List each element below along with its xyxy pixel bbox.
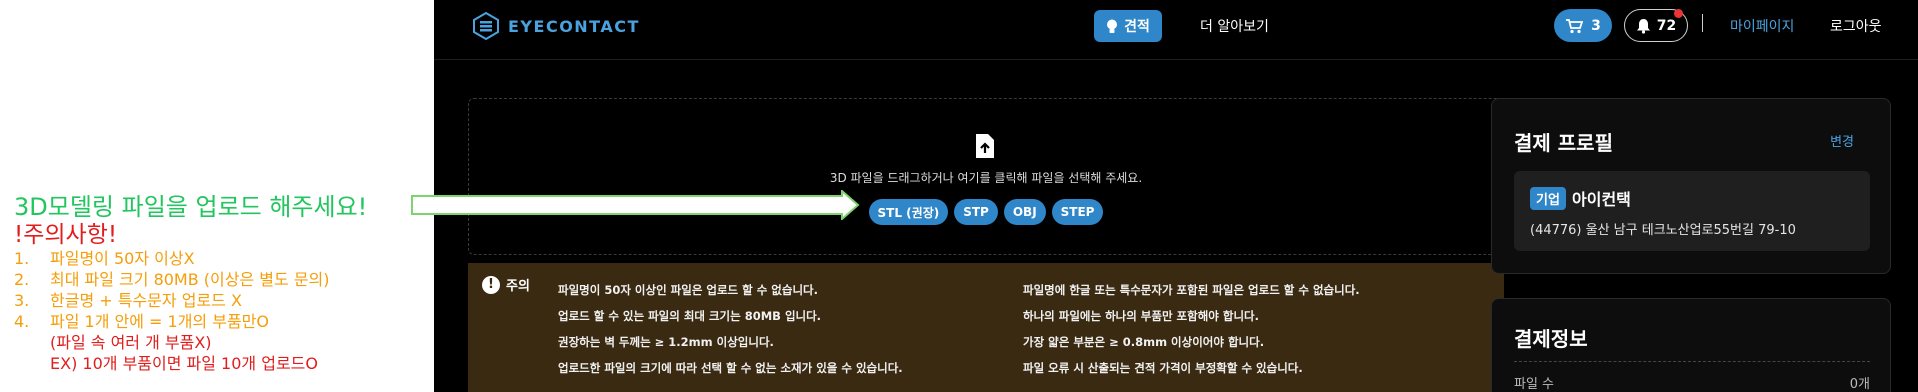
logo[interactable]: EYECONTACT xyxy=(472,12,640,40)
logout-link[interactable]: 로그아웃 xyxy=(1830,16,1882,36)
annotation-sub-note-1: (파일 속 여러 개 부품X) xyxy=(50,333,212,352)
caution-list-right: 파일명에 한글 또는 특수문자가 포함된 파일은 업로드 할 수 없습니다. 하… xyxy=(1023,277,1360,381)
notification-count: 72 xyxy=(1656,17,1677,34)
annotation-arrow-icon xyxy=(411,190,860,220)
format-badge-obj: OBJ xyxy=(1003,199,1046,225)
annotation-item: 1. 파일명이 50자 이상X xyxy=(14,248,330,269)
company-address: (44776) 울산 남구 테크노산업로55번길 79-10 xyxy=(1530,223,1796,238)
format-badge-stp: STP xyxy=(954,199,998,225)
caution-item: 가장 얇은 부분은 ≥ 0.8mm 이상이어야 합니다. xyxy=(1023,335,1265,349)
annotation-item-number: 4. xyxy=(14,312,30,331)
payment-row-value: 0개 xyxy=(1849,377,1870,392)
notification-button[interactable]: 72 xyxy=(1624,9,1688,42)
annotation-list: 1. 파일명이 50자 이상X 2. 최대 파일 크기 80MB (이상은 별도 문… xyxy=(14,248,330,332)
mypage-link[interactable]: 마이페이지 xyxy=(1730,16,1794,36)
format-badge-step: STEP xyxy=(1051,199,1104,225)
payment-row: 파일 수 0개 xyxy=(1514,373,1870,392)
annotation-item-number: 2. xyxy=(14,270,30,289)
quote-button-label: 견적 xyxy=(1124,19,1150,35)
change-profile-link[interactable]: 변경 xyxy=(1830,131,1854,150)
format-badge-stl: STL (권장) xyxy=(868,199,949,225)
caution-item: 업로드 할 수 있는 파일의 최대 크기는 80MB 입니다. xyxy=(558,309,822,323)
lightbulb-icon xyxy=(1107,19,1118,33)
caution-label: 주의 xyxy=(506,279,530,294)
exclamation-icon: ! xyxy=(482,275,500,294)
caution-notice: ! 주의 파일명이 50자 이상인 파일은 업로드 할 수 없습니다. 업로드 … xyxy=(468,263,1504,392)
bell-icon xyxy=(1636,18,1650,34)
quote-button[interactable]: 견적 xyxy=(1094,10,1162,42)
annotation-item: 2. 최대 파일 크기 80MB (이상은 별도 문의) xyxy=(14,269,330,290)
payment-row-label: 파일 수 xyxy=(1514,377,1555,392)
caution-item: 파일 오류 시 산출되는 견적 가격이 부정확할 수 있습니다. xyxy=(1023,361,1303,375)
nav-divider xyxy=(1702,14,1703,32)
annotation-item-text: 파일 1개 안에 = 1개의 부품만O xyxy=(50,312,269,331)
annotation-item: 3. 한글명 + 특수문자 업로드 X xyxy=(14,290,330,311)
caution-item: 하나의 파일에는 하나의 부품만 포함해야 합니다. xyxy=(1023,309,1259,323)
payment-info-card: 결제정보 파일 수 0개 xyxy=(1491,298,1891,392)
file-upload-dropzone[interactable]: 3D 파일을 드래그하거나 여기를 클릭해 파일을 선택해 주세요. STL (… xyxy=(468,98,1504,255)
caution-item: 권장하는 벽 두께는 ≥ 1.2mm 이상입니다. xyxy=(558,335,774,349)
upload-instruction: 3D 파일을 드래그하거나 여기를 클릭해 파일을 선택해 주세요. xyxy=(829,171,1143,185)
caution-header: ! 주의 xyxy=(482,275,530,294)
top-navigation-bar: EYECONTACT 견적 더 알아보기 3 72 마이페이지 로그아웃 xyxy=(434,0,1918,60)
annotation-sub-note-2: EX) 10개 부품이면 파일 10개 업로드O xyxy=(50,354,318,373)
annotation-item-text: 최대 파일 크기 80MB (이상은 별도 문의) xyxy=(50,270,330,289)
annotation-item-number: 1. xyxy=(14,249,30,268)
logo-text: EYECONTACT xyxy=(508,16,640,36)
cart-count: 3 xyxy=(1591,17,1601,34)
annotation-warning-title: !주의사항! xyxy=(14,222,118,248)
cart-icon xyxy=(1566,18,1584,33)
annotation-item-number: 3. xyxy=(14,291,30,310)
payment-profile-card: 결제 프로필 변경 기업 아이컨택 (44776) 울산 남구 테크노산업로55… xyxy=(1491,98,1891,274)
annotation-item-text: 한글명 + 특수문자 업로드 X xyxy=(50,291,242,310)
profile-detail: 기업 아이컨택 (44776) 울산 남구 테크노산업로55번길 79-10 xyxy=(1514,171,1870,251)
notification-dot xyxy=(1674,9,1683,18)
caution-item: 파일명이 50자 이상인 파일은 업로드 할 수 없습니다. xyxy=(558,283,818,297)
annotation-item: 4. 파일 1개 안에 = 1개의 부품만O xyxy=(14,311,330,332)
annotation-item-text: 파일명이 50자 이상X xyxy=(50,249,195,268)
annotation-panel: 3D모델링 파일을 업로드 해주세요! !주의사항! 1. 파일명이 50자 이상… xyxy=(0,0,434,392)
canvas: 3D모델링 파일을 업로드 해주세요! !주의사항! 1. 파일명이 50자 이상… xyxy=(0,0,1918,392)
payment-info-title: 결제정보 xyxy=(1514,327,1588,351)
business-badge: 기업 xyxy=(1530,187,1566,210)
caution-item: 파일명에 한글 또는 특수문자가 포함된 파일은 업로드 할 수 없습니다. xyxy=(1023,283,1360,297)
logo-mark-icon xyxy=(473,12,499,40)
caution-list-left: 파일명이 50자 이상인 파일은 업로드 할 수 없습니다. 업로드 할 수 있… xyxy=(558,277,903,381)
file-upload-icon xyxy=(976,134,994,158)
payment-divider xyxy=(1514,361,1870,362)
learn-more-link[interactable]: 더 알아보기 xyxy=(1200,16,1269,36)
payment-profile-title: 결제 프로필 xyxy=(1514,131,1613,155)
company-name: 아이컨택 xyxy=(1572,190,1631,209)
caution-item: 업로드한 파일의 크기에 따라 선택 할 수 없는 소재가 있을 수 있습니다. xyxy=(558,361,903,375)
cart-button[interactable]: 3 xyxy=(1554,9,1612,42)
